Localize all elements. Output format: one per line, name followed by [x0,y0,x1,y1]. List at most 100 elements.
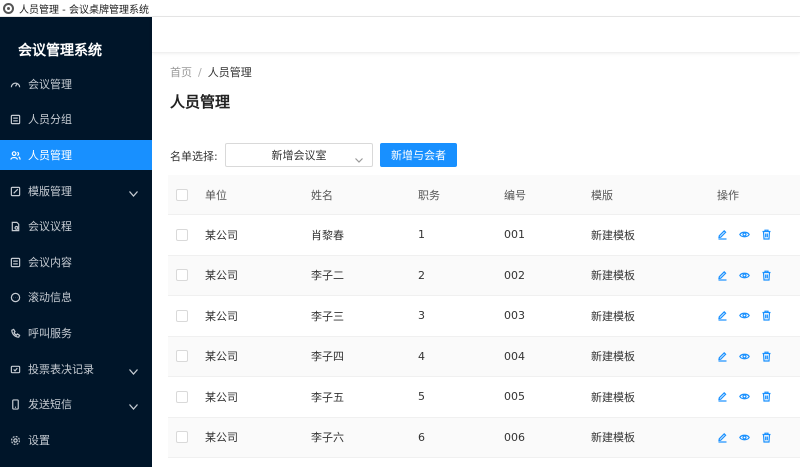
sidebar-item-2[interactable]: 人员分组 [0,104,152,134]
attendee-table: 单位 姓名 职务 编号 模版 操作 某公司 肖黎春 1 001 新建模板 某公司 李子二 2 0… [168,175,800,458]
row-select-cell [176,256,188,296]
select-all-checkbox[interactable] [176,188,188,201]
row-actions [717,256,783,296]
breadcrumb-home[interactable]: 首页 [170,66,192,79]
table-row: 某公司 李子二 2 002 新建模板 [168,255,800,296]
template-cell: 新建模板 [591,228,635,242]
top-header [152,17,800,53]
row-actions [717,296,783,336]
sidebar-item-label: 会议议程 [28,220,72,233]
sidebar-item-8[interactable]: 呼叫服务 [0,318,152,348]
breadcrumb-separator: / [198,66,202,79]
trash-icon[interactable] [761,310,772,321]
breadcrumb-current: 人员管理 [207,66,252,79]
sidebar-item-label: 发送短信 [28,398,72,411]
template-cell: 新建模板 [591,390,635,404]
message-icon [9,291,21,303]
number-cell: 002 [504,268,525,282]
header-name: 姓名 [311,188,333,202]
chevron-down-icon [355,153,363,163]
document-icon [9,220,21,232]
filter-label: 名单选择: [170,150,218,163]
role-cell: 3 [418,309,425,323]
header-template: 模版 [591,188,613,202]
row-checkbox[interactable] [176,390,188,403]
trash-icon[interactable] [761,391,772,402]
eye-icon[interactable] [739,351,750,362]
table-body: 某公司 肖黎春 1 001 新建模板 某公司 李子二 2 002 新建模板 某公司 李子三 3 003 新建… [168,215,800,458]
brand-title: 会议管理系统 [18,42,102,59]
row-checkbox[interactable] [176,309,188,322]
chevron-down-icon [129,400,138,410]
list-select[interactable]: 新增会议室 [225,143,373,167]
sidebar-item-5[interactable]: 会议议程 [0,211,152,241]
row-checkbox[interactable] [176,431,188,444]
role-cell: 4 [418,349,425,363]
unit-cell: 某公司 [205,431,238,445]
gear-icon [9,434,21,446]
table-row: 某公司 李子五 5 005 新建模板 [168,377,800,418]
edit-icon[interactable] [717,391,728,402]
name-cell: 李子五 [311,390,344,404]
eye-icon[interactable] [739,310,750,321]
trash-icon[interactable] [761,432,772,443]
sidebar-item-label: 设置 [28,434,50,447]
sidebar-item-label: 人员分组 [28,113,72,126]
sidebar-item-label: 会议内容 [28,256,72,269]
header-actions: 操作 [717,188,739,202]
table-row: 某公司 李子三 3 003 新建模板 [168,296,800,337]
sidebar-item-label: 会议管理 [28,78,72,91]
sidebar-item-11[interactable]: 设置 [0,425,152,455]
name-cell: 李子六 [311,431,344,445]
trash-icon[interactable] [761,229,772,240]
sidebar-item-9[interactable]: 投票表决记录 [0,354,152,384]
row-actions [717,418,783,458]
eye-icon[interactable] [739,270,750,281]
sidebar-item-3[interactable]: 人员管理 [0,140,152,170]
name-cell: 李子二 [311,269,344,283]
template-cell: 新建模板 [591,309,635,323]
edit-icon [9,185,21,197]
add-attendee-button[interactable]: 新增与会者 [380,143,457,167]
name-cell: 肖黎春 [311,228,344,242]
eye-icon[interactable] [739,432,750,443]
sidebar-item-10[interactable]: 发送短信 [0,389,152,419]
chevron-down-icon [129,187,138,197]
sidebar-item-7[interactable]: 滚动信息 [0,282,152,312]
sidebar-item-1[interactable]: 会议管理 [0,69,152,99]
header-number: 编号 [504,188,526,202]
eye-icon[interactable] [739,391,750,402]
name-cell: 李子四 [311,350,344,364]
trash-icon[interactable] [761,351,772,362]
edit-icon[interactable] [717,351,728,362]
edit-icon[interactable] [717,229,728,240]
unit-cell: 某公司 [205,269,238,283]
row-select-cell [176,377,188,417]
row-checkbox[interactable] [176,269,188,282]
page-title: 人员管理 [170,93,231,111]
unit-cell: 某公司 [205,390,238,404]
mobile-icon [9,398,21,410]
users-icon [9,149,21,161]
trash-icon[interactable] [761,270,772,281]
eye-icon[interactable] [739,229,750,240]
unit-cell: 某公司 [205,228,238,242]
unit-cell: 某公司 [205,309,238,323]
header-unit: 单位 [205,188,227,202]
role-cell: 2 [418,268,425,282]
edit-icon[interactable] [717,432,728,443]
role-cell: 5 [418,390,425,404]
list-icon [9,113,21,125]
row-select-cell [176,418,188,458]
edit-icon[interactable] [717,310,728,321]
table-row: 某公司 李子六 6 006 新建模板 [168,417,800,458]
header-role: 职务 [418,188,440,202]
row-checkbox[interactable] [176,350,188,363]
sidebar-item-4[interactable]: 模版管理 [0,176,152,206]
vote-icon [9,363,21,375]
row-checkbox[interactable] [176,228,188,241]
sidebar-item-6[interactable]: 会议内容 [0,247,152,277]
app-logo-icon [3,2,14,14]
row-actions [717,377,783,417]
edit-icon[interactable] [717,270,728,281]
